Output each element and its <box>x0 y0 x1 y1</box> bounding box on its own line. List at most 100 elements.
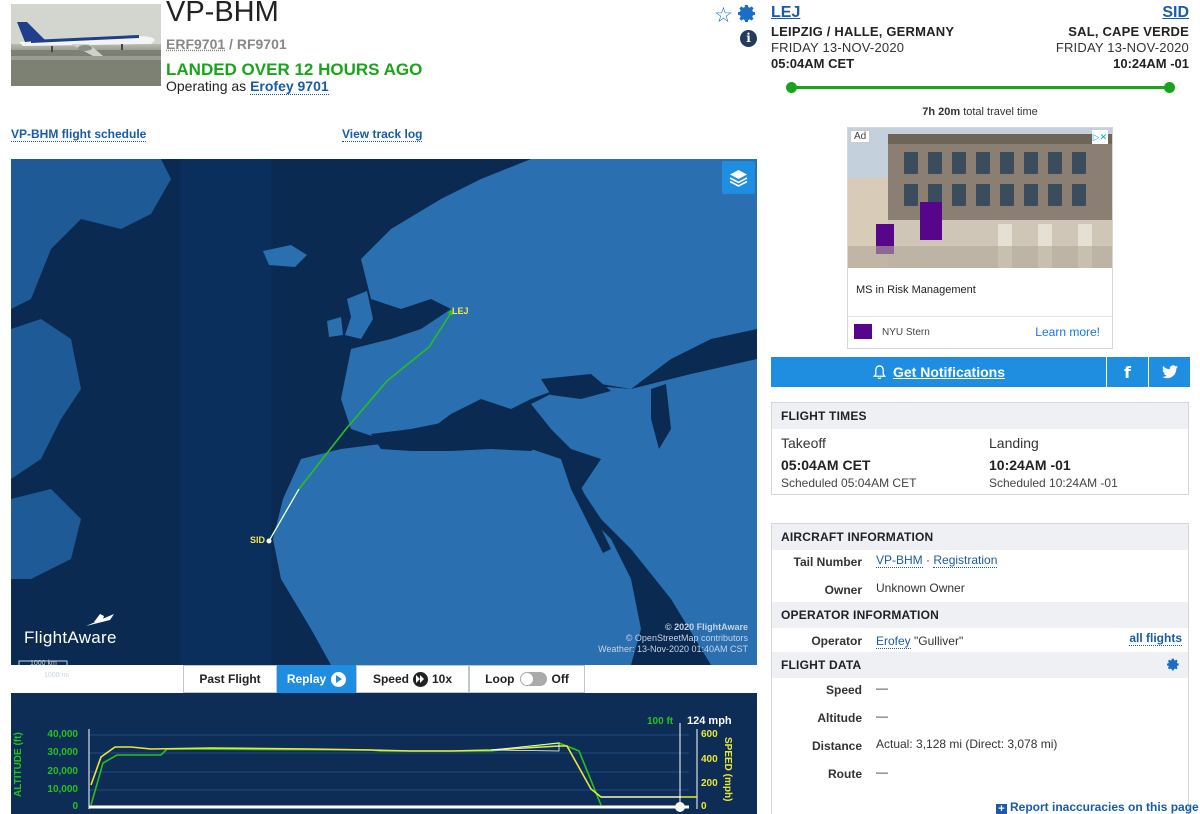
origin-time: 05:04AM CET <box>771 56 855 71</box>
altitude-speed-graph[interactable]: ALTITUDE (ft) SPEED (mph) 40,000 30,000 … <box>11 693 757 814</box>
airplane-photo-graphic <box>11 4 161 86</box>
travel-duration: 7h 20m <box>922 106 961 118</box>
route-progress-track <box>791 86 1169 89</box>
flight-times-panel: FLIGHT TIMES Takeoff 05:04AM CET Schedul… <box>771 402 1189 495</box>
takeoff-label: Takeoff <box>781 435 826 451</box>
ad-image <box>848 128 1112 268</box>
destination-code-link[interactable]: SID <box>1162 4 1189 22</box>
aircraft-info-panel: AIRCRAFT INFORMATION Tail Number VP-BHM … <box>771 523 1189 814</box>
report-inaccuracies-link[interactable]: + Report inaccuracies on this page <box>996 800 1199 814</box>
ad-headline[interactable]: MS in Risk Management <box>856 284 976 296</box>
past-flight-tab[interactable]: Past Flight <box>183 665 277 693</box>
flight-status: LANDED OVER 12 HOURS AGO <box>166 60 423 79</box>
altitude-tick-20000: 20,000 <box>47 766 78 777</box>
speed-label: Speed <box>825 683 862 697</box>
current-speed-readout: 124 mph <box>687 715 732 727</box>
ad-advertiser: NYU Stern <box>882 327 930 338</box>
route-label: Route <box>828 767 862 781</box>
map-origin-label: LEJ <box>452 306 469 316</box>
altitude-tick-0: 0 <box>72 801 78 812</box>
loop-label: Loop <box>485 672 515 686</box>
ad-badge[interactable]: Ad <box>850 130 871 143</box>
flight-ident: ERF9701 / RF9701 <box>166 36 287 52</box>
layers-icon <box>729 170 748 187</box>
flight-data-settings-icon[interactable] <box>1167 658 1180 676</box>
landing-scheduled: Scheduled 10:24AM -01 <box>989 476 1118 490</box>
altitude-series-line <box>90 742 602 806</box>
altitude-tick-10000: 10,000 <box>47 784 78 795</box>
track-log-link[interactable]: View track log <box>342 127 423 142</box>
travel-time: 7h 20m total travel time <box>770 106 1190 118</box>
flight-schedule-link[interactable]: VP-BHM flight schedule <box>11 127 147 142</box>
takeoff-scheduled: Scheduled 05:04AM CET <box>781 476 917 490</box>
current-altitude-readout: 100 ft <box>647 716 674 727</box>
ident-secondary: RF9701 <box>236 36 287 52</box>
speed-axis-label: SPEED (mph) <box>722 737 733 802</box>
map-destination-label: SID <box>250 535 266 545</box>
operating-callsign-link[interactable]: Erofey 9701 <box>250 78 329 95</box>
owner-value: Unknown Owner <box>876 581 965 595</box>
tail-number-title: VP-BHM <box>166 0 279 28</box>
speed-tick-200: 200 <box>701 778 718 789</box>
travel-suffix: total travel time <box>963 106 1038 118</box>
star-icon[interactable]: ☆ <box>714 3 733 28</box>
tail-separator: · <box>926 553 931 567</box>
track-log-link-wrap: View track log <box>342 127 423 142</box>
flight-data-title: FLIGHT DATA <box>772 652 1188 678</box>
plus-icon: + <box>996 804 1007 814</box>
loop-toggle[interactable] <box>519 672 547 686</box>
registration-link[interactable]: Registration <box>933 553 998 568</box>
speed-control[interactable]: Speed 10x <box>356 665 469 693</box>
map-layers-button[interactable] <box>722 161 755 194</box>
flight-map[interactable] <box>11 159 757 665</box>
ad-cta-link[interactable]: Learn more! <box>1035 325 1100 339</box>
operating-prefix: Operating as <box>166 78 247 94</box>
info-icon[interactable]: i <box>740 30 757 47</box>
twitter-bird-graphic <box>1161 365 1178 379</box>
gear-icon[interactable] <box>738 4 757 23</box>
altitude-axis-label: ALTITUDE (ft) <box>13 732 24 797</box>
map-weather-timestamp: Weather: 13-Nov-2020 01:40AM CST <box>598 644 748 654</box>
origin-code-link[interactable]: LEJ <box>771 4 800 22</box>
speed-label: Speed <box>372 672 409 686</box>
advertisement[interactable]: Ad ▷✕ MS in Risk Management NYU Stern Le… <box>847 127 1113 349</box>
facebook-icon[interactable]: f <box>1107 357 1148 387</box>
all-flights-link[interactable]: all flights <box>1129 631 1182 646</box>
destination-time: 10:24AM -01 <box>1113 56 1189 71</box>
map-canvas <box>11 159 757 665</box>
graph-canvas <box>88 723 698 812</box>
loop-control[interactable]: Loop Off <box>469 665 585 693</box>
operator-label: Operator <box>811 634 862 648</box>
get-notifications-button[interactable]: Get Notifications <box>771 357 1106 387</box>
origin-date: FRIDAY 13-NOV-2020 <box>771 40 905 55</box>
operating-as: Operating as Erofey 9701 <box>166 78 329 95</box>
operator-nickname: "Gulliver" <box>914 634 964 648</box>
flightaware-logo-text: FlightAware <box>24 628 117 647</box>
all-flights-link-wrap: all flights <box>1129 631 1182 646</box>
tail-number-link[interactable]: VP-BHM <box>876 553 923 568</box>
altitude-tick-30000: 30,000 <box>47 747 78 758</box>
operator-info-title: OPERATOR INFORMATION <box>772 602 1188 628</box>
twitter-icon[interactable] <box>1149 357 1190 387</box>
fast-forward-icon <box>412 671 428 687</box>
distance-label: Distance <box>811 739 862 753</box>
replay-button[interactable]: Replay <box>277 665 356 693</box>
ad-choices-icon[interactable]: ▷✕ <box>1092 130 1108 144</box>
tail-number-row: VP-BHM · Registration <box>876 553 998 568</box>
replay-label: Replay <box>286 672 327 686</box>
destination-marker[interactable] <box>266 538 272 544</box>
operator-link[interactable]: Erofey <box>876 634 911 649</box>
destination-date: FRIDAY 13-NOV-2020 <box>1055 40 1189 55</box>
altitude-value: — <box>876 709 888 723</box>
loop-value: Off <box>551 672 569 686</box>
report-inaccuracies-label: Report inaccuracies on this page <box>1010 800 1199 814</box>
graph-position-handle[interactable] <box>675 802 685 812</box>
flight-times-title: FLIGHT TIMES <box>772 403 1188 429</box>
aircraft-photo[interactable] <box>11 4 161 86</box>
nyu-logo-icon <box>854 324 872 339</box>
speed-value: 10x <box>431 672 453 686</box>
origin-progress-dot <box>786 82 797 93</box>
takeoff-time: 05:04AM CET <box>781 457 871 473</box>
destination-progress-dot <box>1164 82 1175 93</box>
speed-tick-400: 400 <box>701 754 718 765</box>
